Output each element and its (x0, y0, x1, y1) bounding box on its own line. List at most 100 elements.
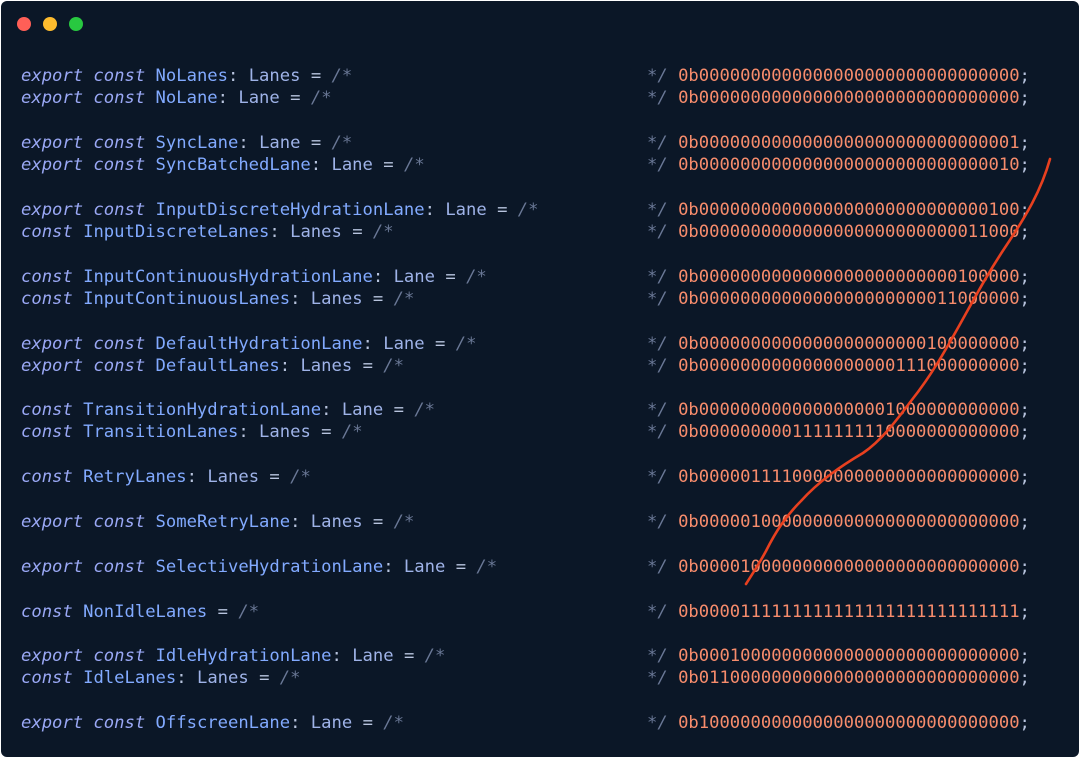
code-type: Lane (310, 713, 353, 733)
code-keyword: export const (21, 713, 146, 733)
code-keyword: export const (21, 66, 146, 86)
code-colon: : (217, 88, 228, 108)
code-declaration: export const SyncBatchedLane: Lane = /* (21, 154, 425, 176)
code-comment-close: */ (647, 66, 668, 86)
code-comment-open: /* (341, 422, 363, 442)
code-semicolon: ; (1019, 356, 1030, 376)
code-semicolon: ; (1019, 88, 1030, 108)
code-colon: : (331, 646, 342, 666)
code-comment-open: /* (238, 602, 260, 622)
code-semicolon: ; (1019, 66, 1030, 86)
code-comment-close: */ (647, 222, 668, 242)
code-type: Lanes (259, 422, 311, 442)
code-comment-close: */ (647, 467, 668, 487)
code-identifier: DefaultLanes (155, 356, 280, 376)
binary-literal: 0b0000000000000000000000100000000 (678, 334, 1020, 354)
code-line: const NonIdleLanes = /* */ 0b000011111111… (1, 601, 1079, 623)
code-identifier: SelectiveHydrationLane (155, 557, 384, 577)
code-identifier: TransitionLanes (83, 422, 239, 442)
code-equals: = (217, 602, 229, 622)
code-value: */ 0b0000010000000000000000000000000; (647, 511, 1030, 533)
code-colon: : (383, 557, 394, 577)
code-line: export const NoLanes: Lanes = /* */ 0b000… (1, 65, 1079, 87)
code-equals: = (269, 467, 280, 487)
code-colon: : (269, 222, 280, 242)
code-type: Lane (331, 155, 373, 175)
code-type: Lanes (290, 222, 342, 242)
code-equals: = (362, 713, 373, 733)
code-comment-open: /* (279, 668, 301, 688)
code-comment-open: /* (310, 88, 332, 108)
code-value: */ 0b0000111111111111111111111111111; (647, 601, 1030, 623)
code-colon: : (238, 133, 249, 153)
binary-literal: 0b0000000000000000000111000000000 (678, 356, 1020, 376)
code-declaration: const RetryLanes: Lanes = /* (21, 466, 311, 488)
code-value: */ 0b0000000000000000000000011000000; (647, 288, 1030, 310)
code-equals: = (362, 356, 373, 376)
code-comment-open: /* (466, 267, 487, 287)
binary-literal: 0b0000000000000000000000011000000 (678, 289, 1020, 309)
code-comment-close: */ (647, 557, 668, 577)
code-semicolon: ; (1019, 467, 1030, 487)
code-comment-close: */ (647, 88, 668, 108)
code-identifier: DefaultHydrationLane (155, 334, 363, 354)
code-comment-close: */ (647, 133, 668, 153)
code-colon: : (238, 422, 249, 442)
code-identifier: SomeRetryLane (155, 512, 291, 532)
code-keyword: const (21, 422, 73, 442)
code-line: export const IdleHydrationLane: Lane = /… (1, 645, 1079, 667)
code-line: export const SomeRetryLane: Lanes = /* */… (1, 511, 1079, 533)
code-semicolon: ; (1019, 200, 1030, 220)
code-declaration: const NonIdleLanes = /* (21, 601, 259, 623)
code-line: const RetryLanes: Lanes = /* */ 0b0000011… (1, 466, 1079, 488)
code-declaration: const InputDiscreteLanes: Lanes = /* (21, 221, 394, 243)
binary-literal: 0b0001000000000000000000000000000 (678, 646, 1020, 666)
code-keyword: const (21, 602, 73, 622)
code-comment-close: */ (647, 200, 668, 220)
code-line: export const NoLane: Lane = /* */ 0b00000… (1, 87, 1079, 109)
code-line: export const SyncLane: Lane = /* */ 0b000… (1, 132, 1079, 154)
code-line: const TransitionLanes: Lanes = /* */ 0b00… (1, 421, 1079, 443)
code-colon: : (227, 66, 239, 86)
code-comment-open: /* (383, 713, 404, 733)
code-identifier: IdleHydrationLane (155, 646, 332, 666)
code-comment-open: /* (476, 557, 498, 577)
binary-literal: 0b0110000000000000000000000000000 (678, 668, 1020, 688)
code-comment-open: /* (331, 133, 353, 153)
code-line: const TransitionHydrationLane: Lane = /*… (1, 399, 1079, 421)
code-type: Lanes (310, 512, 363, 532)
code-value: */ 0b0000000000000000000000000000100; (647, 199, 1030, 221)
code-comment-open: /* (331, 66, 353, 86)
code-comment-open: /* (290, 467, 311, 487)
code-line: export const SelectiveHydrationLane: Lan… (1, 556, 1079, 578)
code-comment-open: /* (393, 289, 415, 309)
code-equals: = (372, 289, 384, 309)
code-colon: : (279, 356, 291, 376)
code-declaration: export const NoLane: Lane = /* (21, 87, 332, 109)
code-comment-close: */ (647, 400, 668, 420)
code-comment-open: /* (517, 200, 539, 220)
code-equals: = (445, 267, 456, 287)
code-keyword: export const (21, 356, 146, 376)
code-equals: = (259, 668, 270, 688)
code-comment-close: */ (647, 646, 668, 666)
code-type: Lanes (300, 356, 353, 376)
code-semicolon: ; (1019, 422, 1030, 442)
code-declaration: export const IdleHydrationLane: Lane = /… (21, 645, 445, 667)
code-comment-close: */ (647, 422, 668, 442)
code-declaration: const InputContinuousLanes: Lanes = /* (21, 288, 414, 310)
code-comment-open: /* (403, 155, 425, 175)
code-comment-close: */ (647, 289, 668, 309)
code-declaration: const TransitionLanes: Lanes = /* (21, 421, 363, 443)
code-value: */ 0b0110000000000000000000000000000; (647, 667, 1030, 689)
binary-literal: 0b0000000000000000000000000100000 (678, 267, 1020, 287)
code-colon: : (176, 668, 187, 688)
binary-literal: 0b1000000000000000000000000000000 (678, 713, 1020, 733)
code-semicolon: ; (1019, 155, 1030, 175)
code-semicolon: ; (1019, 512, 1030, 532)
code-value: */ 0b0000000000000000000111000000000; (647, 355, 1030, 377)
code-keyword: export const (21, 557, 146, 577)
code-declaration: export const DefaultLanes: Lanes = /* (21, 355, 404, 377)
code-value: */ 0b0000000000000000000000000000010; (647, 154, 1030, 176)
code-value: */ 0b0000000000000000000000000100000; (647, 266, 1030, 288)
